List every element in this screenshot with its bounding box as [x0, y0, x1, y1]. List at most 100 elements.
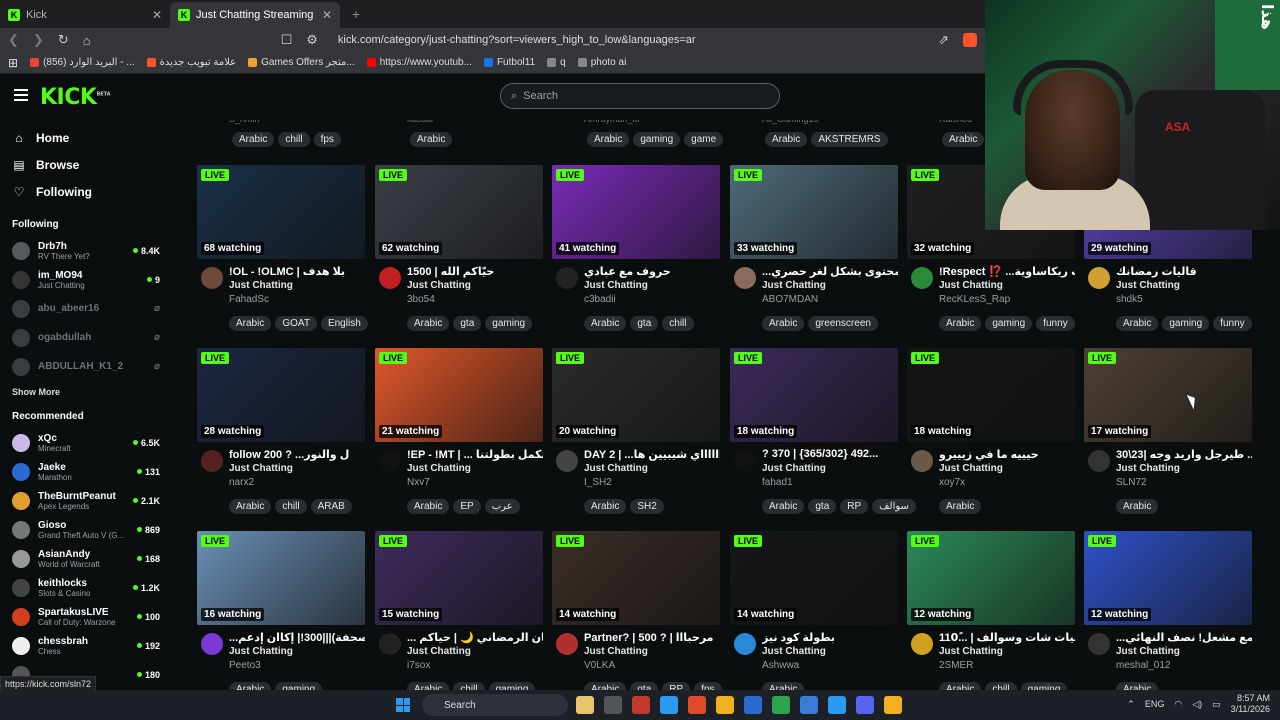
tag[interactable]: Arabic: [407, 682, 450, 690]
tab-kick[interactable]: K Kick ✕: [0, 2, 170, 28]
following-channel[interactable]: ogabdullah ⌀: [0, 323, 170, 352]
following-channel[interactable]: ABDULLAH_K1_2 ⌀: [0, 352, 170, 381]
tag[interactable]: gaming: [488, 682, 536, 690]
stream-card[interactable]: LIVE 68 watching !OL - !OLMC | بلا هدف Just…: [197, 165, 368, 331]
stream-card[interactable]: LIVE 17 watching 30\23| طيرجل واريد وجه ..…: [1084, 348, 1252, 514]
apps-grid-icon[interactable]: ⊞: [8, 56, 18, 70]
bookmark-item[interactable]: q: [547, 57, 566, 68]
tag[interactable]: Arabic: [584, 682, 627, 690]
channel-avatar[interactable]: [201, 633, 223, 655]
battery-icon[interactable]: ▭: [1212, 699, 1221, 710]
back-icon[interactable]: ❮: [8, 32, 19, 48]
stream-category[interactable]: Just Chatting: [407, 280, 471, 291]
stream-username[interactable]: SLN72: [1116, 477, 1147, 488]
tag[interactable]: funny: [1036, 316, 1075, 331]
stream-thumbnail[interactable]: LIVE 14 watching: [730, 531, 898, 625]
stream-thumbnail[interactable]: LIVE 18 watching: [730, 348, 898, 442]
tag[interactable]: gaming: [633, 132, 681, 147]
stream-thumbnail[interactable]: LIVE 12 watching: [907, 531, 1075, 625]
tag[interactable]: Arabic: [1116, 499, 1159, 514]
recommended-channel[interactable]: Jaeke Marathon 131: [0, 457, 170, 486]
tag[interactable]: funny: [1213, 316, 1252, 331]
taskbar-app-icon[interactable]: [604, 696, 622, 714]
tag[interactable]: Arabic: [229, 682, 272, 690]
channel-avatar[interactable]: [734, 633, 756, 655]
channel-avatar[interactable]: [734, 450, 756, 472]
recommended-channel[interactable]: Gioso Grand Theft Auto V (G... 869: [0, 515, 170, 544]
taskbar-app-icon[interactable]: [856, 696, 874, 714]
stream-username[interactable]: 3bo54: [407, 294, 435, 305]
bookmark-item[interactable]: علامة تبويب جديدة: [146, 57, 236, 68]
url-field[interactable]: kick.com/category/just-chatting?sort=vie…: [332, 34, 924, 46]
stream-thumbnail[interactable]: LIVE 20 watching: [552, 348, 720, 442]
stream-title[interactable]: follow 200 ? ...ل والنور: [229, 448, 365, 461]
tag[interactable]: Arabic: [584, 499, 627, 514]
new-tab-icon[interactable]: +: [340, 6, 372, 28]
stream-title[interactable]: 30\23| طيرجل واريد وجه ...: [1116, 448, 1252, 461]
tag[interactable]: gaming: [1020, 682, 1068, 690]
tag[interactable]: gta: [453, 316, 482, 331]
stream-thumbnail[interactable]: LIVE 21 watching: [375, 348, 543, 442]
stream-category[interactable]: Just Chatting: [939, 463, 1003, 474]
tag[interactable]: Arabic: [407, 499, 450, 514]
taskbar-app-icon[interactable]: [688, 696, 706, 714]
tag[interactable]: chill: [453, 682, 485, 690]
stream-username[interactable]: fahad1: [762, 477, 793, 488]
channel-avatar[interactable]: [911, 450, 933, 472]
recommended-channel[interactable]: AsianAndy World of Warcraft 168: [0, 544, 170, 573]
stream-username[interactable]: shdk5: [1116, 294, 1143, 305]
stream-category[interactable]: Just Chatting: [584, 646, 648, 657]
bookmark-item[interactable]: Games Offers متجر...: [248, 57, 355, 68]
stream-username[interactable]: xoy7x: [939, 477, 965, 488]
tag[interactable]: Arabic: [587, 132, 630, 147]
tag[interactable]: Arabic: [762, 316, 805, 331]
stream-title[interactable]: 110ً... | قعاليات شات وسوالف: [939, 631, 1075, 644]
stream-category[interactable]: Just Chatting: [939, 280, 1003, 291]
stream-card[interactable]: LIVE 16 watching ...الصحفة)|||300!| إكاان …: [197, 531, 365, 690]
stream-category[interactable]: Just Chatting: [407, 646, 471, 657]
stream-thumbnail[interactable]: LIVE 17 watching: [1084, 348, 1252, 442]
tag[interactable]: Arabic: [1116, 316, 1159, 331]
bookmark-item[interactable]: https://www.youtub...: [366, 57, 472, 68]
brave-shield-icon[interactable]: [963, 33, 977, 47]
tag[interactable]: Arabic: [229, 316, 272, 331]
tag[interactable]: chill: [662, 316, 694, 331]
recommended-channel[interactable]: TheBurntPeanut Apex Legends 2.1K: [0, 486, 170, 515]
tag[interactable]: Arabic: [584, 316, 627, 331]
tag[interactable]: Arabic: [762, 682, 805, 690]
following-channel[interactable]: Drb7h RV There Yet? 8.4K: [0, 236, 170, 265]
stream-category[interactable]: Just Chatting: [584, 280, 648, 291]
menu-icon[interactable]: [14, 89, 28, 101]
stream-username[interactable]: c3badii: [584, 294, 616, 305]
stream-title[interactable]: ...روف مع مشعل! نصف النهائي: [1116, 631, 1252, 644]
stream-category[interactable]: Just Chatting: [584, 463, 648, 474]
stream-thumbnail[interactable]: LIVE 62 watching: [375, 165, 543, 259]
stream-category[interactable]: Just Chatting: [229, 463, 293, 474]
taskbar-app-icon[interactable]: [632, 696, 650, 714]
tag[interactable]: gaming: [1162, 316, 1210, 331]
tab-just-chatting[interactable]: K Just Chatting Streaming - Live Str ✕: [170, 2, 340, 28]
tag[interactable]: Arabic: [410, 132, 453, 147]
tag[interactable]: EP: [453, 499, 481, 514]
taskbar-app-icon[interactable]: [716, 696, 734, 714]
stream-title[interactable]: ... الشيبان الرمضاني 🌙 | حياكم: [407, 631, 543, 644]
tag[interactable]: chill: [275, 499, 307, 514]
stream-category[interactable]: Just Chatting: [762, 646, 826, 657]
stream-title[interactable]: حيييه ما في زيييرو: [939, 448, 1075, 461]
stream-title[interactable]: بطولة كود نيز: [762, 631, 898, 644]
channel-avatar[interactable]: [1088, 633, 1110, 655]
tag[interactable]: Arabic: [232, 132, 275, 147]
tag[interactable]: chill: [278, 132, 310, 147]
recommended-channel[interactable]: chessbrah Chess 192: [0, 631, 170, 660]
tag[interactable]: Arabic: [939, 499, 982, 514]
following-channel[interactable]: abu_abeer16 ⌀: [0, 294, 170, 323]
bookmark-item[interactable]: photo ai: [577, 57, 626, 68]
stream-username[interactable]: V0LKA: [584, 660, 615, 671]
tag[interactable]: Arabic: [229, 499, 272, 514]
stream-title[interactable]: ? 370 | {365/302} 492...: [762, 448, 898, 460]
tag[interactable]: gta: [808, 499, 837, 514]
stream-card[interactable]: LIVE 21 watching !EP - !MT | ... تستكمل بط…: [375, 348, 543, 514]
channel-avatar[interactable]: [379, 450, 401, 472]
stream-category[interactable]: Just Chatting: [762, 463, 826, 474]
channel-avatar[interactable]: [911, 633, 933, 655]
